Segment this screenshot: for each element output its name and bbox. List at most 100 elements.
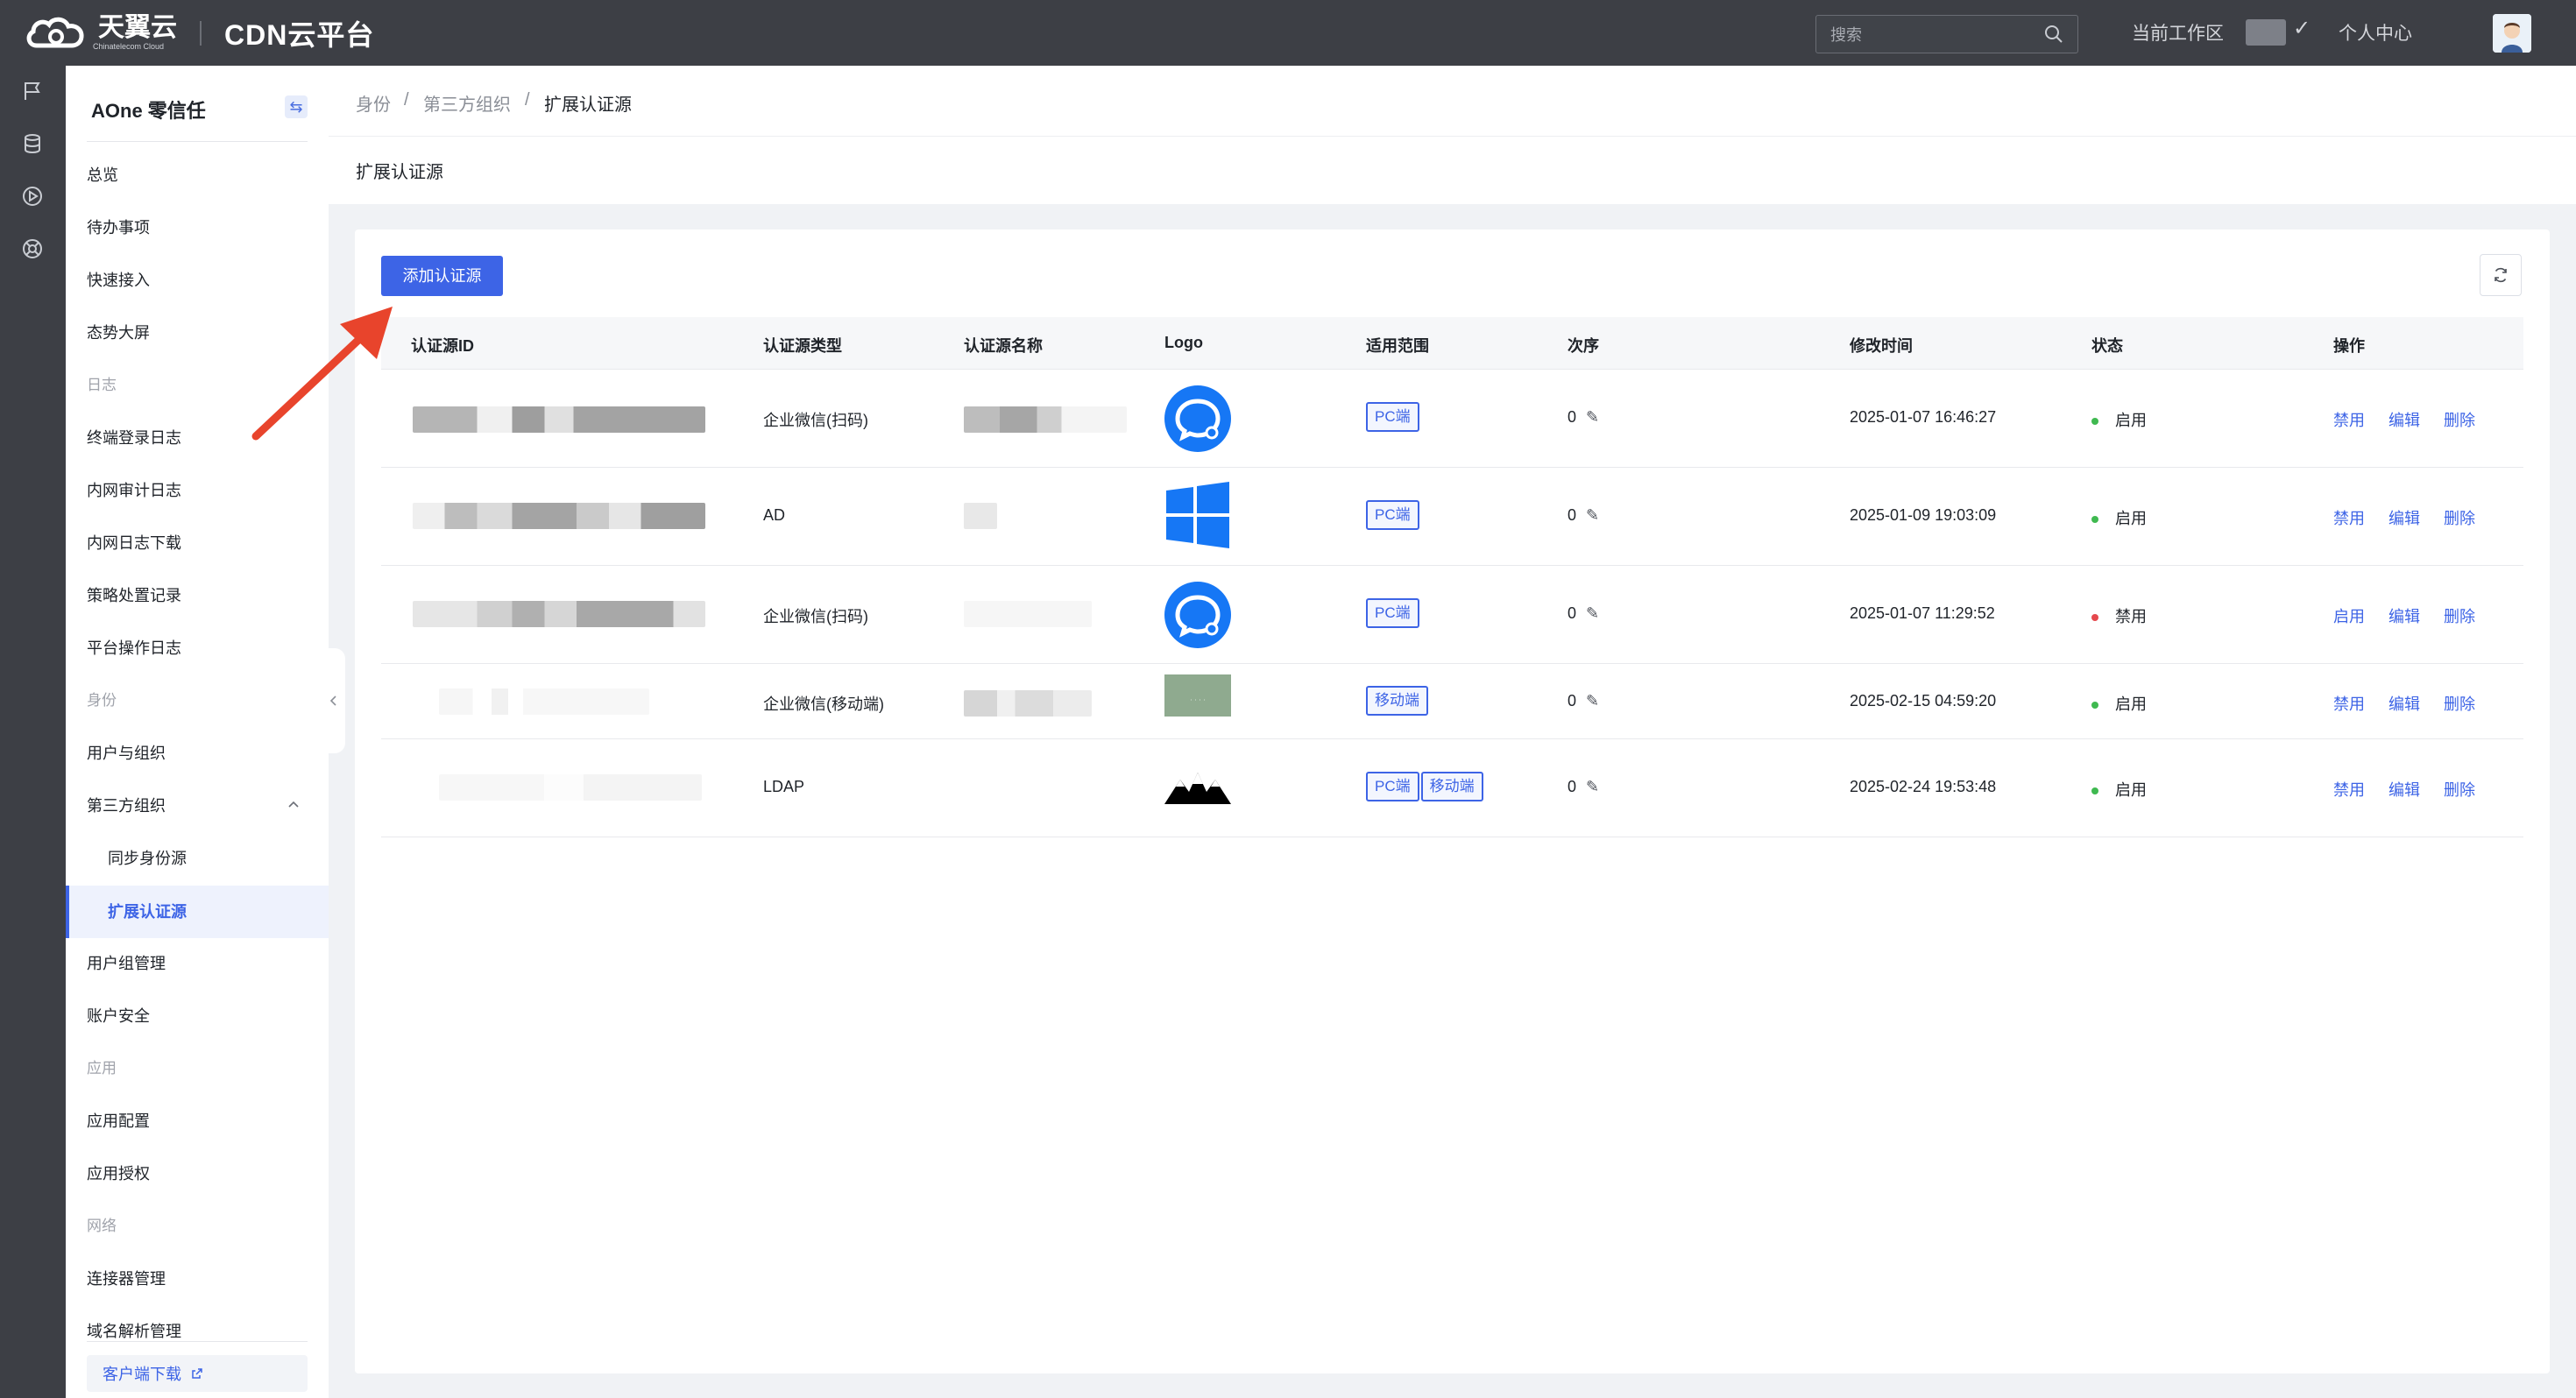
sidebar-item-todo[interactable]: 待办事项 [87, 215, 150, 241]
column-header-name: 认证源名称 [964, 337, 1043, 355]
database-icon[interactable] [21, 132, 44, 155]
sidebar-item-intranet-log-download[interactable]: 内网日志下载 [87, 530, 181, 556]
search-icon[interactable] [2044, 25, 2063, 44]
column-header-actions: 操作 [2333, 337, 2365, 355]
sidebar-item-policy-records[interactable]: 策略处置记录 [87, 582, 181, 609]
column-header-scope: 适用范围 [1366, 337, 1429, 355]
edit-pencil-icon[interactable]: ✎ [1586, 778, 1599, 795]
refresh-button[interactable] [2480, 254, 2522, 296]
sidebar-item-users-orgs[interactable]: 用户与组织 [87, 740, 166, 766]
personal-center-link[interactable]: 个人中心 [2339, 19, 2412, 46]
breadcrumb-item-third-party-org[interactable]: 第三方组织 [423, 90, 511, 116]
toggle-status-button[interactable]: 启用 [2333, 608, 2365, 625]
scope-tag: PC端 [1366, 500, 1419, 530]
breadcrumb-item-identity[interactable]: 身份 [356, 90, 391, 116]
auth-type: 企业微信(扫码) [763, 608, 868, 625]
sidebar-item-extended-auth[interactable]: 扩展认证源 [108, 899, 187, 925]
chevron-left-icon [329, 695, 336, 706]
client-download-link[interactable]: 客户端下载 [103, 1362, 203, 1385]
row-actions: 启用 编辑 删除 [2333, 604, 2495, 627]
sidebar-group-apps: 应用 [87, 1060, 117, 1077]
status-dot [2091, 418, 2098, 426]
sidebar-item-platform-log[interactable]: 平台操作日志 [87, 635, 181, 661]
scope-tags: 移动端 [1366, 686, 1430, 716]
column-header-id: 认证源ID [411, 337, 474, 355]
custom-image-logo-icon: · · · · [1164, 674, 1231, 717]
order-value: 0 [1568, 506, 1577, 524]
edit-pencil-icon[interactable]: ✎ [1586, 506, 1599, 524]
brand-subtitle: Chinatelecom Cloud [93, 41, 165, 51]
sidebar-item-sync-identity[interactable]: 同步身份源 [108, 845, 187, 872]
flag-icon[interactable] [21, 80, 44, 102]
toggle-status-button[interactable]: 禁用 [2333, 781, 2365, 799]
modified-time: 2025-02-15 04:59:20 [1850, 692, 1997, 710]
workspace-label: 当前工作区 [2132, 24, 2224, 44]
svg-text:· · · ·: · · · · [1190, 696, 1206, 704]
sidebar-item-overview[interactable]: 总览 [87, 162, 118, 188]
logo-divider [200, 20, 202, 46]
sidebar-item-dashboard[interactable]: 态势大屏 [87, 320, 150, 346]
status-cell: 禁用 [2091, 604, 2147, 627]
edit-pencil-icon[interactable]: ✎ [1586, 692, 1599, 710]
delete-button[interactable]: 删除 [2444, 412, 2475, 429]
toggle-status-button[interactable]: 禁用 [2333, 412, 2365, 429]
status-cell: 启用 [2091, 408, 2147, 431]
order-value: 0 [1568, 604, 1577, 622]
sidebar-item-connectors[interactable]: 连接器管理 [87, 1266, 166, 1292]
sidebar: AOne 零信任 ⇆ 总览 待办事项 快速接入 态势大屏 日志 终端登录日志 内… [66, 66, 329, 1398]
status-badge: 启用 [2115, 510, 2148, 527]
table-row: 企业微信(扫码) PC端 0 ✎ 2025-01-07 16:46:27 启用 … [381, 370, 2523, 468]
edit-button[interactable]: 编辑 [2388, 510, 2420, 527]
sidebar-item-app-config[interactable]: 应用配置 [87, 1108, 150, 1134]
sidebar-item-terminal-login-log[interactable]: 终端登录日志 [87, 425, 181, 451]
support-icon[interactable] [21, 237, 44, 260]
auth-type: 企业微信(移动端) [763, 695, 884, 713]
switch-product-icon[interactable]: ⇆ [285, 95, 308, 118]
edit-button[interactable]: 编辑 [2388, 781, 2420, 799]
modified-time: 2025-01-09 19:03:09 [1850, 506, 1997, 524]
table-row: 企业微信(扫码) PC端 0 ✎ 2025-01-07 11:29:52 禁用 … [381, 566, 2523, 664]
edit-button[interactable]: 编辑 [2388, 412, 2420, 429]
edit-button[interactable]: 编辑 [2388, 608, 2420, 625]
redacted-name [964, 406, 1127, 433]
sidebar-item-account-security[interactable]: 账户安全 [87, 1003, 150, 1029]
external-link-icon [192, 1368, 202, 1379]
workspace-check-icon[interactable]: ✓ [2293, 16, 2311, 41]
redacted-id [413, 503, 705, 529]
edit-pencil-icon[interactable]: ✎ [1586, 408, 1599, 426]
sidebar-collapse-toggle[interactable] [322, 648, 345, 753]
table-row: 企业微信(移动端) · · · · 移动端 0 ✎ 2025-02-15 04:… [381, 664, 2523, 739]
delete-button[interactable]: 删除 [2444, 510, 2475, 527]
delete-button[interactable]: 删除 [2444, 695, 2475, 713]
sidebar-item-user-groups[interactable]: 用户组管理 [87, 950, 166, 977]
top-bar: 天翼云 Chinatelecom Cloud CDN云平台 搜索 当前工作区 ✓… [0, 0, 2576, 66]
toggle-status-button[interactable]: 禁用 [2333, 695, 2365, 713]
play-circle-icon[interactable] [21, 185, 44, 208]
table-row: AD PC端 0 ✎ 2025-01-09 19:03:09 启用 禁用 编辑 … [381, 468, 2523, 566]
column-header-status: 状态 [2091, 337, 2123, 355]
breadcrumb-separator: / [525, 90, 530, 109]
sidebar-item-app-auth[interactable]: 应用授权 [87, 1161, 150, 1187]
workspace-selector[interactable] [2246, 19, 2286, 46]
delete-button[interactable]: 删除 [2444, 781, 2475, 799]
top-search-input[interactable]: 搜索 [1815, 15, 2078, 53]
delete-button[interactable]: 删除 [2444, 608, 2475, 625]
status-badge: 启用 [2115, 781, 2148, 799]
scope-tag: 移动端 [1366, 686, 1428, 716]
status-cell: 启用 [2091, 506, 2147, 529]
chevron-up-icon[interactable] [287, 798, 300, 810]
sidebar-item-third-party-org[interactable]: 第三方组织 [87, 793, 166, 819]
sidebar-item-intranet-audit-log[interactable]: 内网审计日志 [87, 477, 181, 504]
modified-time: 2025-01-07 16:46:27 [1850, 408, 1997, 426]
redacted-id [413, 406, 705, 433]
avatar[interactable] [2493, 14, 2531, 53]
sidebar-item-quick-access[interactable]: 快速接入 [87, 267, 150, 293]
edit-button[interactable]: 编辑 [2388, 695, 2420, 713]
auth-type: 企业微信(扫码) [763, 412, 868, 429]
table-header: 认证源ID 认证源类型 认证源名称 Logo 适用范围 次序 修改时间 状态 操… [381, 317, 2523, 370]
status-badge: 启用 [2115, 695, 2148, 713]
edit-pencil-icon[interactable]: ✎ [1586, 604, 1599, 622]
brand-logo[interactable]: 天翼云 Chinatelecom Cloud CDN云平台 [0, 0, 374, 66]
toggle-status-button[interactable]: 禁用 [2333, 510, 2365, 527]
add-auth-source-button[interactable]: 添加认证源 [381, 256, 503, 296]
